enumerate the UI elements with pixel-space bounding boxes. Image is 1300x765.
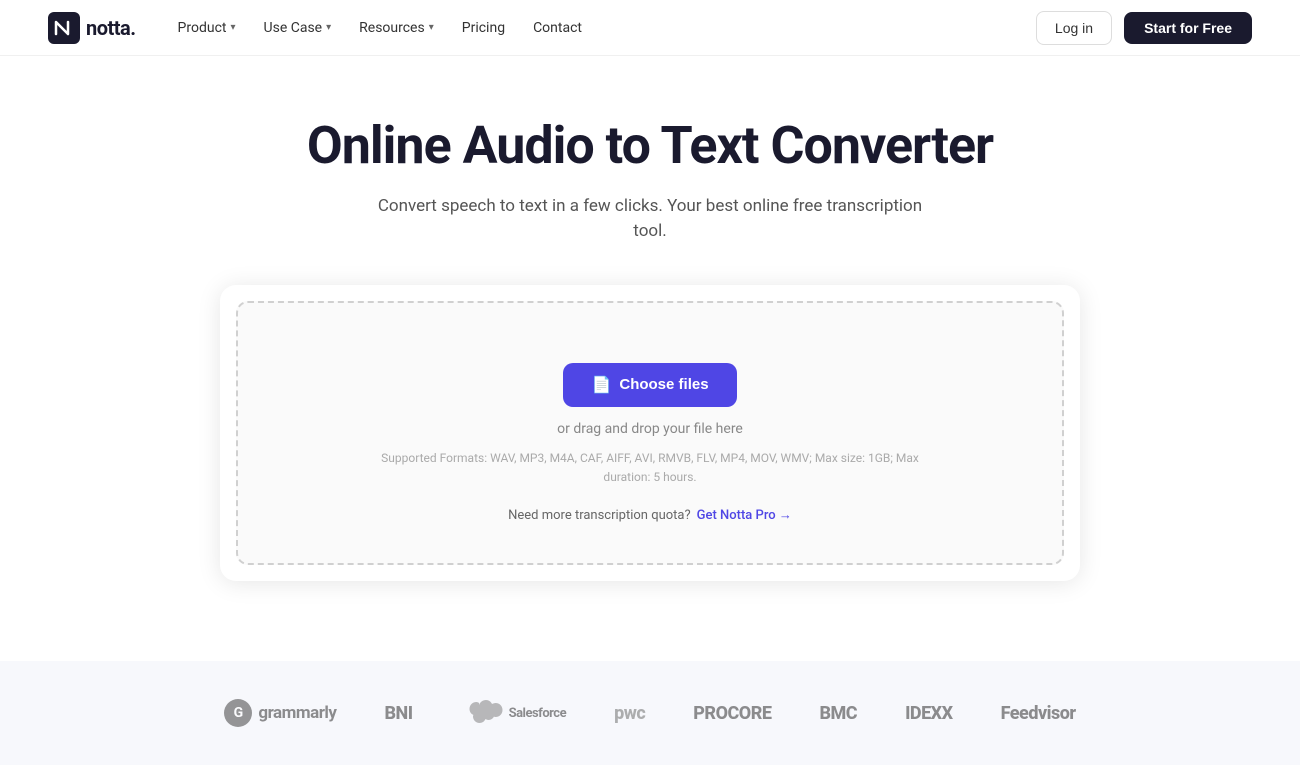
brand-grammarly: G grammarly (224, 699, 336, 727)
brand-salesforce: Salesforce (461, 697, 567, 729)
logo-text: notta. (86, 16, 136, 40)
chevron-down-icon: ▾ (429, 22, 434, 33)
navbar: notta. Product ▾ Use Case ▾ Resources ▾ … (0, 0, 1300, 56)
brand-bni: BNI (384, 703, 412, 724)
logo-icon (48, 12, 80, 44)
nav-item-usecase-label: Use Case (264, 20, 323, 36)
brand-idexx: IDEXX (905, 703, 953, 724)
nav-item-usecase[interactable]: Use Case ▾ (254, 14, 342, 42)
hero-subtitle: Convert speech to text in a few clicks. … (370, 194, 930, 245)
choose-files-label: Choose files (619, 376, 708, 393)
login-button[interactable]: Log in (1036, 11, 1112, 45)
nav-item-contact-label: Contact (533, 20, 582, 36)
salesforce-label: Salesforce (509, 706, 567, 721)
nav-item-pricing[interactable]: Pricing (452, 14, 515, 42)
idexx-label: IDEXX (905, 703, 953, 724)
feedvisor-label: Feedvisor (1001, 703, 1076, 724)
nav-item-product[interactable]: Product ▾ (168, 14, 246, 42)
upload-dropzone[interactable]: 📄 Choose files or drag and drop your fil… (236, 301, 1064, 565)
start-free-button[interactable]: Start for Free (1124, 12, 1252, 44)
nav-item-resources[interactable]: Resources ▾ (349, 14, 444, 42)
bni-label: BNI (384, 703, 412, 724)
upload-card: 📄 Choose files or drag and drop your fil… (220, 285, 1080, 581)
drag-drop-text: or drag and drop your file here (557, 421, 743, 437)
salesforce-icon (461, 697, 505, 729)
brand-procore: PROCORE (693, 703, 771, 724)
supported-formats-text: Supported Formats: WAV, MP3, M4A, CAF, A… (370, 449, 930, 487)
grammarly-icon: G (224, 699, 252, 727)
hero-section: Online Audio to Text Converter Convert s… (0, 56, 1300, 661)
nav-item-pricing-label: Pricing (462, 20, 505, 36)
pwc-label: pwc (614, 703, 645, 724)
nav-item-resources-label: Resources (359, 20, 425, 36)
get-notta-pro-link[interactable]: Get Notta Pro → (697, 507, 792, 523)
choose-files-button[interactable]: 📄 Choose files (563, 363, 736, 407)
nav-right: Log in Start for Free (1036, 11, 1252, 45)
quota-label: Need more transcription quota? (508, 508, 691, 523)
hero-title: Online Audio to Text Converter (307, 116, 993, 176)
chevron-down-icon: ▾ (231, 22, 236, 33)
logo[interactable]: notta. (48, 12, 136, 44)
chevron-down-icon: ▾ (326, 22, 331, 33)
brand-bmc: BMC (819, 703, 857, 724)
bmc-label: BMC (819, 703, 857, 724)
brand-pwc: pwc (614, 703, 645, 724)
procore-label: PROCORE (693, 703, 771, 724)
nav-links: Product ▾ Use Case ▾ Resources ▾ Pricing… (168, 14, 592, 42)
upload-icon: 📄 (591, 375, 611, 395)
brand-logos-section: G grammarly BNI Salesforce pwc PROCORE B… (0, 661, 1300, 765)
grammarly-label: grammarly (258, 703, 336, 723)
nav-left: notta. Product ▾ Use Case ▾ Resources ▾ … (48, 12, 592, 44)
brand-feedvisor: Feedvisor (1001, 703, 1076, 724)
quota-row: Need more transcription quota? Get Notta… (508, 507, 792, 523)
nav-item-contact[interactable]: Contact (523, 14, 592, 42)
nav-item-product-label: Product (178, 20, 227, 36)
